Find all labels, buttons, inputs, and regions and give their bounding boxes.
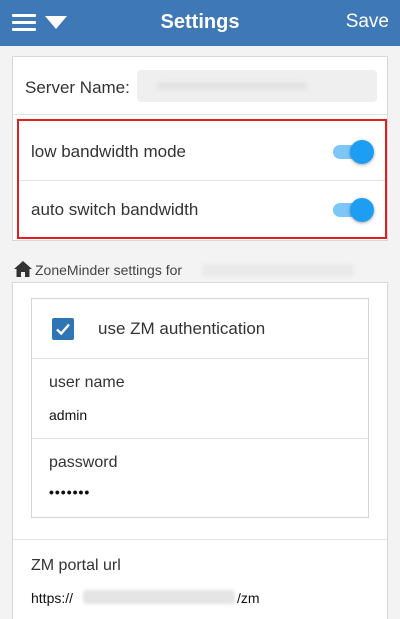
redacted-server [202, 264, 354, 277]
checkmark-icon [56, 323, 70, 336]
settings-content[interactable]: Server Name: low bandwidth mode auto swi… [0, 46, 400, 619]
username-input[interactable]: admin [49, 407, 339, 423]
toggle-knob [350, 198, 374, 222]
auto-switch-bandwidth-row: auto switch bandwidth [19, 181, 385, 239]
low-bandwidth-row: low bandwidth mode [19, 123, 385, 181]
auto-switch-bandwidth-toggle[interactable] [333, 198, 374, 222]
section-label: ZoneMinder settings for [35, 262, 183, 278]
server-name-input[interactable] [137, 70, 377, 102]
portal-url-label: ZM portal url [31, 557, 121, 574]
portal-url-prefix[interactable]: https:// [31, 590, 73, 606]
zoneminder-settings-card: use ZM authentication user name admin pa… [12, 282, 388, 619]
toggle-knob [350, 140, 374, 164]
zm-auth-label: use ZM authentication [98, 319, 266, 338]
server-name-row: Server Name: [13, 57, 387, 115]
save-button[interactable]: Save [346, 11, 389, 33]
portal-url-row: ZM portal url https:// /zm [13, 539, 387, 619]
password-input[interactable]: ••••••• [49, 484, 339, 500]
bandwidth-highlight-box: low bandwidth mode auto switch bandwidth [17, 119, 387, 239]
server-settings-card: Server Name: low bandwidth mode auto swi… [12, 56, 388, 241]
auth-box: use ZM authentication user name admin pa… [31, 298, 369, 518]
username-field-row: user name admin [32, 359, 368, 439]
low-bandwidth-label: low bandwidth mode [31, 142, 186, 161]
page-title: Settings [160, 11, 240, 33]
zm-auth-checkbox[interactable] [52, 318, 74, 340]
redacted-host [83, 590, 235, 604]
redacted-value [157, 82, 307, 90]
low-bandwidth-toggle[interactable] [333, 140, 374, 164]
zoneminder-section-header: ZoneMinder settings for [14, 260, 384, 280]
portal-url-suffix[interactable]: /zm [237, 590, 260, 606]
server-name-label: Server Name: [25, 78, 130, 97]
password-label: password [49, 454, 118, 471]
zm-auth-row[interactable]: use ZM authentication [32, 299, 368, 359]
home-icon [14, 261, 32, 277]
username-label: user name [49, 374, 125, 391]
password-field-row: password ••••••• [32, 439, 368, 519]
app-header: Settings Save [0, 0, 400, 46]
auto-switch-bandwidth-label: auto switch bandwidth [31, 200, 199, 219]
